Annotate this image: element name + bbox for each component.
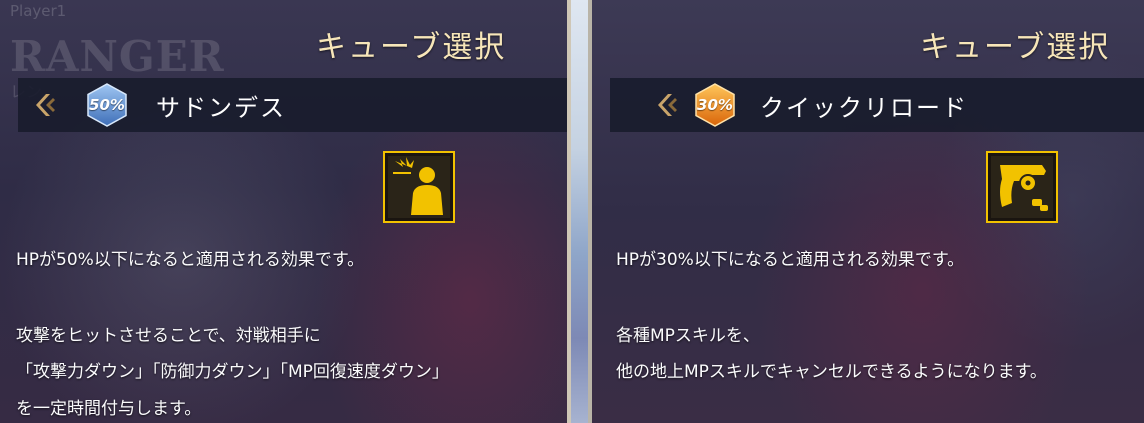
screen-title: キューブ選択	[316, 30, 507, 65]
hex-percent-badge-label: 30%	[697, 96, 733, 114]
player-label: Player1	[10, 2, 67, 20]
chevron-left-icon[interactable]	[655, 92, 679, 118]
class-name-watermark: RANGER	[10, 32, 225, 81]
cube-selector-bar[interactable]: 30% クイックリロード	[610, 78, 1144, 132]
left-cube-panel: Player1 RANGER レン キューブ選択 50% サドンデス HPが50…	[0, 0, 567, 423]
right-cube-panel: キューブ選択 30% クイックリロード HPが30%以下になると適用される効果で…	[592, 0, 1144, 423]
hex-percent-badge-label: 50%	[89, 96, 125, 114]
effect-condition-text: HPが50%以下になると適用される効果です。	[16, 250, 365, 270]
effect-description-line: 他の地上MPスキルでキャンセルできるようになります。	[616, 362, 1047, 382]
effect-description-line: 攻撃をヒットさせることで、対戦相手に	[16, 326, 321, 346]
chevron-left-icon[interactable]	[33, 92, 57, 118]
revolver-reload-icon	[986, 151, 1058, 223]
cube-name: クイックリロード	[760, 94, 968, 122]
cube-selector-bar[interactable]: 50% サドンデス	[18, 78, 567, 132]
effect-description-line: 「攻撃力ダウン」「防御力ダウン」「MP回復速度ダウン」	[16, 362, 449, 382]
effect-condition-text: HPが30%以下になると適用される効果です。	[616, 250, 965, 270]
screen-title: キューブ選択	[920, 30, 1111, 65]
silhouette-hit-icon	[383, 151, 455, 223]
cube-name: サドンデス	[156, 94, 286, 122]
panel-divider	[567, 0, 592, 423]
effect-description-line: 各種MPスキルを、	[616, 326, 760, 346]
effect-description-line: を一定時間付与します。	[16, 399, 202, 419]
